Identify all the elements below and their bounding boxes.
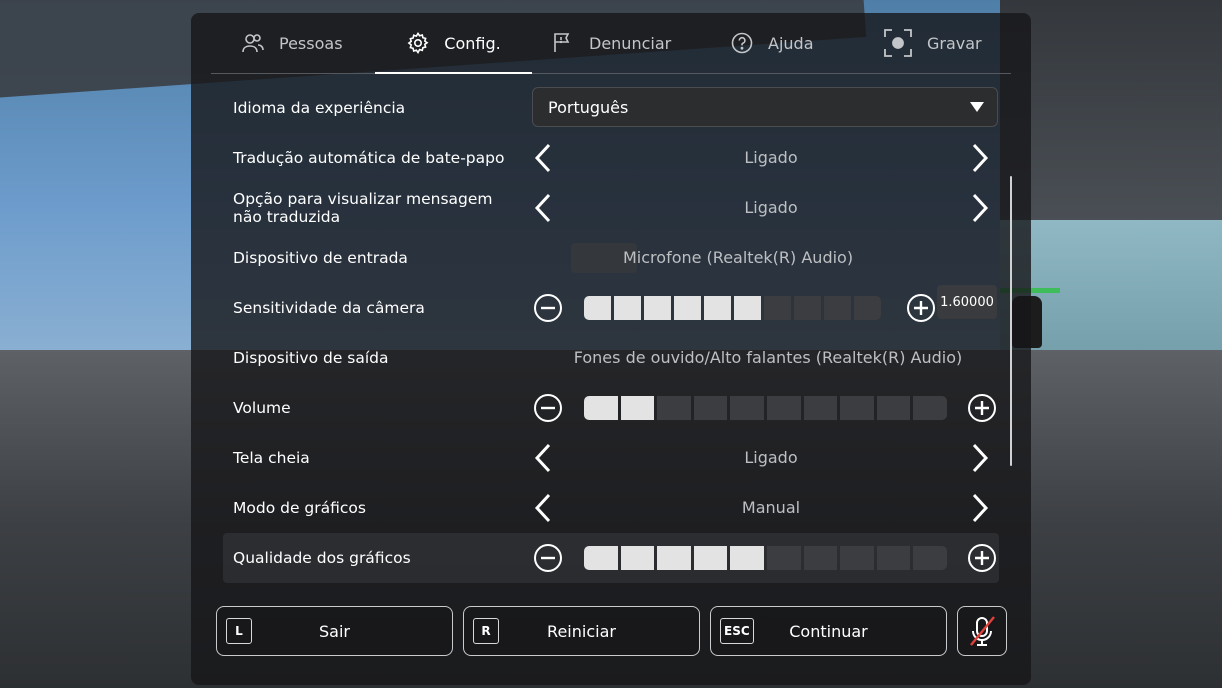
setting-label: Opção para visualizar mensagem não tradu… — [233, 190, 493, 226]
plus-icon[interactable] — [967, 543, 997, 573]
flag-icon — [554, 33, 570, 52]
tab-gravar[interactable]: Gravar — [883, 13, 982, 73]
tab-ajuda[interactable]: Ajuda — [730, 13, 814, 73]
tab-config[interactable]: Config. — [375, 13, 532, 74]
tab-label: Pessoas — [279, 33, 343, 53]
setting-value: Ligado — [744, 198, 798, 217]
button-label: Sair — [319, 621, 350, 641]
chevron-right-icon[interactable] — [963, 142, 995, 174]
leave-button[interactable]: L Sair — [216, 606, 453, 656]
setting-row-output-device: Dispositivo de saída Fones de ouvido/Alt… — [223, 333, 999, 383]
menu-tabs: Pessoas Config. Denunciar Ajuda Gravar — [211, 13, 1011, 74]
tab-label: Ajuda — [768, 33, 814, 53]
minus-icon[interactable] — [533, 393, 563, 423]
record-icon — [884, 29, 912, 57]
microphone-muted-icon — [970, 616, 995, 646]
active-tab-indicator — [375, 72, 532, 74]
tab-denunciar[interactable]: Denunciar — [551, 13, 671, 73]
setting-row-camera-sensitivity: Sensitividade da câmera 1.60000 — [223, 283, 999, 333]
setting-row-chat-translation: Tradução automática de bate-papo Ligado — [223, 133, 999, 183]
tab-pessoas[interactable]: Pessoas — [241, 13, 343, 73]
setting-label: Modo de gráficos — [233, 499, 366, 517]
setting-label: Volume — [233, 399, 291, 417]
people-icon — [242, 34, 264, 53]
chevron-right-icon[interactable] — [963, 442, 995, 474]
chevron-right-icon[interactable] — [963, 492, 995, 524]
setting-row-graphics-mode: Modo de gráficos Manual — [223, 483, 999, 533]
plus-icon[interactable] — [906, 293, 936, 323]
camera-sensitivity-value[interactable]: 1.60000 — [937, 285, 997, 319]
settings-scrollbar[interactable] — [1010, 176, 1012, 466]
setting-label: Tradução automática de bate-papo — [233, 149, 505, 167]
setting-value: Ligado — [744, 148, 798, 167]
setting-row-language: Idioma da experiência Português — [223, 83, 999, 133]
setting-value: Manual — [741, 498, 801, 517]
minus-icon[interactable] — [533, 293, 563, 323]
language-dropdown[interactable]: Português — [532, 87, 998, 127]
chevron-right-icon[interactable] — [963, 192, 995, 224]
reset-button[interactable]: R Reiniciar — [463, 606, 700, 656]
setting-row-fullscreen: Tela cheia Ligado — [223, 433, 999, 483]
setting-row-volume: Volume — [223, 383, 999, 433]
setting-label: Idioma da experiência — [233, 99, 406, 117]
resume-button[interactable]: ESC Continuar — [710, 606, 947, 656]
settings-menu-panel: Pessoas Config. Denunciar Ajuda Gravar I… — [191, 13, 1031, 685]
background-building — [1000, 0, 1222, 240]
volume-slider[interactable] — [584, 396, 947, 420]
setting-label: Dispositivo de saída — [233, 349, 389, 367]
dropdown-value: Português — [548, 97, 629, 117]
tab-label: Config. — [444, 33, 501, 53]
setting-label: Qualidade dos gráficos — [233, 549, 411, 567]
setting-row-untranslated-view: Opção para visualizar mensagem não tradu… — [223, 183, 999, 233]
help-icon — [731, 32, 753, 54]
camera-sensitivity-slider[interactable] — [584, 296, 881, 320]
setting-label: Sensitividade da câmera — [233, 299, 425, 317]
output-device-selector[interactable]: Fones de ouvido/Alto falantes (Realtek(R… — [568, 333, 968, 383]
plus-icon[interactable] — [967, 393, 997, 423]
input-device-selector[interactable]: Microfone (Realtek(R) Audio) — [623, 233, 953, 283]
button-label: Reiniciar — [547, 621, 616, 641]
caret-down-icon — [970, 102, 984, 112]
graphics-quality-slider[interactable] — [584, 546, 947, 570]
tab-label: Denunciar — [589, 33, 672, 53]
setting-row-graphics-quality: Qualidade dos gráficos — [223, 533, 999, 583]
gear-icon — [407, 32, 429, 55]
setting-value: Ligado — [744, 448, 798, 467]
minus-icon[interactable] — [533, 543, 563, 573]
setting-row-input-device: Dispositivo de entrada Microfone (Realte… — [223, 233, 999, 283]
mute-mic-button[interactable] — [957, 606, 1007, 656]
setting-label: Tela cheia — [233, 449, 310, 467]
setting-label: Dispositivo de entrada — [233, 249, 408, 267]
tab-label: Gravar — [927, 33, 982, 53]
button-label: Continuar — [789, 621, 868, 641]
